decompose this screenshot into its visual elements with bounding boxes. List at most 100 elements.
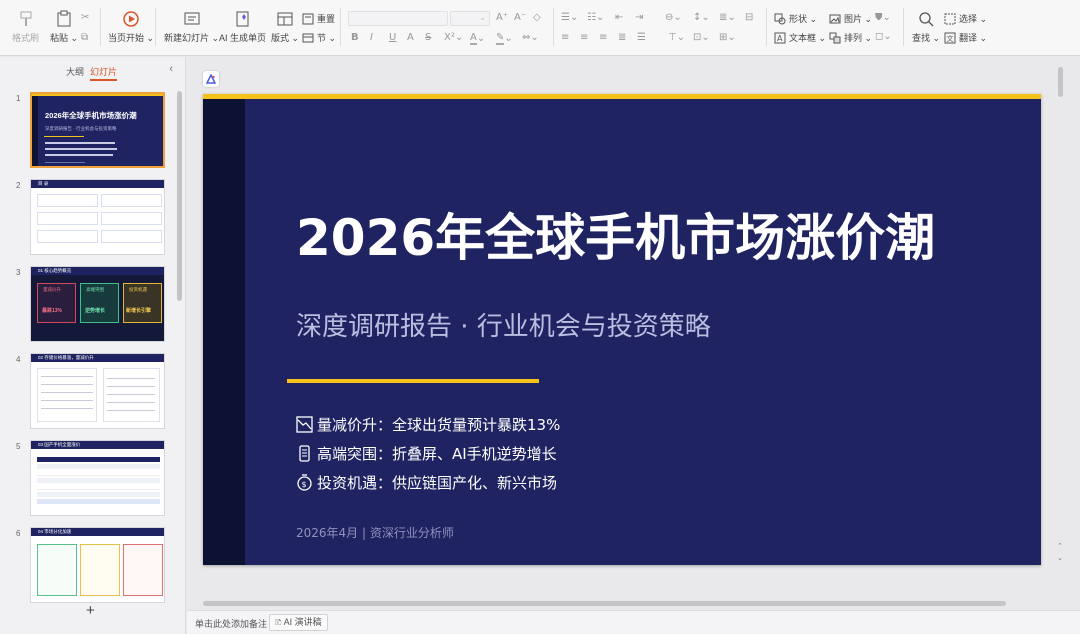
outline-color-icon[interactable]: ◻⌄ — [875, 31, 892, 42]
tab-outline[interactable]: 大纲 — [66, 65, 84, 78]
thumb-card-title: 量减价升 — [43, 287, 61, 292]
strikethrough-icon[interactable]: S — [425, 32, 431, 43]
superscript-icon[interactable]: X²⌄ — [444, 32, 463, 43]
slide-thumbnail-5[interactable]: 03 国产手机全面涨价 — [30, 440, 165, 516]
chart-down-icon — [296, 416, 313, 433]
shape-button[interactable]: 形状 ⌄ — [774, 12, 817, 25]
character-spacing-icon[interactable]: ⇔⌄ — [522, 32, 539, 43]
bullet-item-3[interactable]: $ 投资机遇：供应链国产化、新兴市场 — [296, 472, 557, 493]
ai-single-page-button[interactable]: AI 生成单页 — [219, 10, 266, 44]
slide-number: 1 — [16, 94, 21, 103]
bullet-text: 高端突围：折叠屏、AI手机逆势增长 — [317, 445, 557, 463]
shape-label: 形状 ⌄ — [789, 14, 818, 24]
columns-icon[interactable]: ≣⌄ — [719, 12, 736, 23]
thumb-card-title: 高端突围 — [86, 287, 104, 292]
reset-button[interactable]: 重置 — [302, 12, 335, 25]
align-right-icon[interactable]: ≡ — [599, 32, 607, 43]
align-center-icon[interactable]: ≡ — [580, 32, 588, 43]
fill-color-icon[interactable]: ⛊⌄ — [875, 12, 891, 23]
bullet-item-1[interactable]: 量减价升：全球出货量预计暴跌13% — [296, 414, 560, 435]
smartphone-icon — [299, 445, 310, 462]
arrange-button[interactable]: 排列 ⌄ — [829, 31, 872, 44]
translate-button[interactable]: 文 翻译 ⌄ — [944, 31, 987, 44]
section-label: 节 ⌄ — [317, 33, 337, 43]
slide-left-band — [203, 99, 245, 565]
add-slide-icon[interactable]: + — [86, 602, 95, 619]
collapse-panel-icon[interactable]: ‹ — [169, 63, 173, 75]
slide-thumbnail-4[interactable]: 02 存储价格暴涨，量减价升 — [30, 353, 165, 429]
decrease-indent-icon[interactable]: ⇤ — [615, 12, 623, 23]
font-grow-icon[interactable]: A⁺ — [496, 12, 508, 23]
thumb-subtitle: 深度调研报告 · 行业机会与投资策略 — [45, 126, 117, 131]
thumbnail-scrollbar[interactable] — [177, 91, 182, 301]
notes-placeholder[interactable]: 单击此处添加备注 — [195, 617, 267, 630]
align-left-icon[interactable]: ≡ — [561, 32, 569, 43]
vertical-align-icon[interactable]: ⊤⌄ — [668, 32, 685, 43]
bullet-list-icon[interactable]: ☰⌄ — [561, 12, 578, 23]
text-direction-icon[interactable]: ⊖⌄ — [665, 12, 682, 23]
current-slide[interactable]: 2026年全球手机市场涨价潮 深度调研报告 · 行业机会与投资策略 量减价升：全… — [203, 94, 1041, 565]
select-button[interactable]: 选择 ⌄ — [944, 12, 987, 25]
textbox-button[interactable]: A 文本框 ⌄ — [774, 31, 826, 44]
find-button[interactable]: 查找 ⌄ — [912, 10, 940, 44]
editor-vertical-scrollbar[interactable]: ⌃ ⌄ — [1057, 67, 1064, 572]
italic-icon[interactable]: I — [370, 32, 373, 43]
thumb-card-value: 暴跌13% — [42, 308, 63, 314]
slide-thumbnail-1[interactable]: 2026年全球手机市场涨价潮 深度调研报告 · 行业机会与投资策略 — [30, 92, 165, 168]
ai-speech-button[interactable]: 🗈 AI 演讲稿 — [269, 614, 328, 631]
format-painter-button[interactable]: 格式刷 — [12, 10, 39, 44]
font-color-icon[interactable]: A ⌄ — [470, 32, 485, 45]
scroll-up-icon[interactable]: ⌃ — [1057, 542, 1063, 550]
picture-button[interactable]: 图片 ⌄ — [829, 12, 872, 25]
slide-thumbnail-3[interactable]: 01 核心趋势概览 量减价升 高端突围 投资机遇 暴跌13% 逆势增长 新增长引… — [30, 266, 165, 342]
layout-button[interactable]: 版式 ⌄ — [271, 10, 299, 44]
slide-editor: 2026年全球手机市场涨价潮 深度调研报告 · 行业机会与投资策略 量减价升：全… — [187, 57, 1080, 610]
clear-format-icon[interactable]: ◇ — [533, 12, 541, 23]
tab-slides[interactable]: 幻灯片 — [90, 65, 118, 81]
distribute-icon[interactable]: ☰ — [637, 32, 646, 43]
line-spacing-icon[interactable]: ↕⌄ — [693, 12, 710, 23]
smartart-icon[interactable]: ⊞⌄ — [719, 32, 736, 43]
justify-icon[interactable]: ≣ — [618, 32, 626, 43]
font-size-select[interactable]: ⌄ — [450, 11, 490, 26]
font-family-select[interactable] — [348, 11, 448, 26]
speech-icon: 🗈 — [275, 617, 282, 627]
textbox-label: 文本框 ⌄ — [789, 33, 827, 43]
slide-number: 6 — [16, 529, 21, 538]
ai-assistant-icon[interactable] — [203, 71, 219, 87]
slide-title[interactable]: 2026年全球手机市场涨价潮 — [296, 198, 935, 270]
bullet-item-2[interactable]: 高端突围：折叠屏、AI手机逆势增长 — [296, 443, 557, 464]
cut-icon[interactable]: ✂ — [81, 12, 89, 23]
text-fit-icon[interactable]: ⊡⌄ — [693, 32, 710, 43]
shape-icon — [774, 13, 786, 24]
copy-icon[interactable]: ⧉ — [81, 32, 88, 43]
ai-page-icon — [236, 11, 248, 27]
slide-thumbnail-2[interactable]: 目 录 — [30, 179, 165, 255]
section-button[interactable]: 节 ⌄ — [302, 31, 336, 44]
new-slide-button[interactable]: 新建幻灯片 ⌄ — [164, 10, 219, 44]
bold-icon[interactable]: B — [351, 32, 359, 43]
slide-footer[interactable]: 2026年4月 | 资深行业分析师 — [296, 524, 454, 541]
slide-subtitle[interactable]: 深度调研报告 · 行业机会与投资策略 — [296, 306, 711, 343]
thumb-title: 01 核心趋势概览 — [38, 268, 72, 273]
slide-number: 4 — [16, 355, 21, 364]
svg-text:文: 文 — [947, 34, 954, 43]
slide-divider — [287, 379, 539, 383]
numbered-list-icon[interactable]: ☷⌄ — [587, 12, 604, 23]
shadow-text-icon[interactable]: A — [407, 32, 414, 43]
translate-icon: 文 — [944, 32, 956, 43]
slide-thumbnail-6[interactable]: 04 市场分化加速 — [30, 527, 165, 603]
slide-number: 5 — [16, 442, 21, 451]
paragraph-settings-icon[interactable]: ⊟ — [745, 12, 753, 23]
svg-text:A: A — [777, 34, 783, 43]
play-from-current-button[interactable]: 当页开始 ⌄ — [108, 10, 154, 44]
scroll-down-icon[interactable]: ⌄ — [1057, 554, 1063, 562]
underline-icon[interactable]: U — [389, 32, 396, 43]
paste-button[interactable]: 粘贴 ⌄ — [50, 10, 78, 44]
search-icon — [919, 12, 934, 27]
editor-horizontal-scrollbar[interactable] — [203, 601, 1006, 606]
font-shrink-icon[interactable]: A⁻ — [514, 12, 526, 23]
increase-indent-icon[interactable]: ⇥ — [635, 12, 643, 23]
highlight-icon[interactable]: ✎ ⌄ — [496, 32, 513, 45]
slides-panel: 大纲 幻灯片 ‹ 1 2026年全球手机市场涨价潮 深度调研报告 · 行业机会与… — [0, 57, 186, 634]
